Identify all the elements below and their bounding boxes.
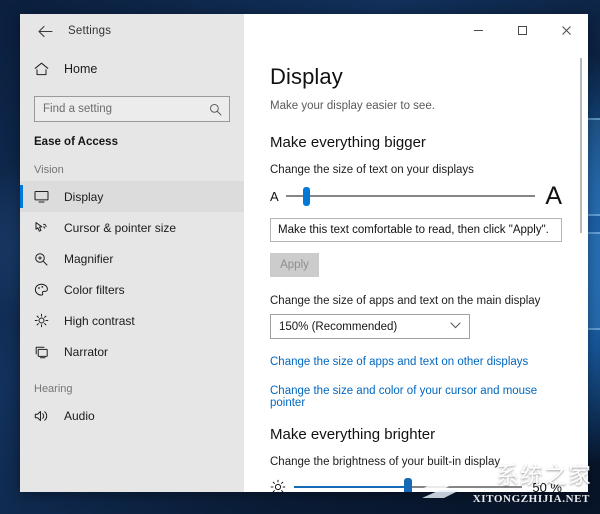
sidebar-item-label: High contrast — [64, 313, 135, 328]
window-controls — [244, 14, 588, 48]
large-a-label: A — [545, 181, 562, 210]
search-input[interactable] — [35, 103, 209, 115]
text-preview-value: Make this text comfortable to read, then… — [278, 224, 549, 236]
back-arrow-icon[interactable] — [30, 18, 60, 44]
sidebar-group-label-hearing: Hearing — [34, 383, 73, 395]
desktop-background: Settings Home Find a setting Ease of Acc… — [0, 0, 600, 514]
page-title: Display — [270, 64, 343, 89]
magnifier-icon — [34, 252, 56, 266]
speaker-icon — [34, 409, 56, 423]
content-scrollbar-thumb[interactable] — [580, 58, 582, 233]
sidebar-item-high-contrast[interactable]: High contrast — [20, 305, 244, 336]
link-cursor-pointer[interactable]: Change the size and color of your cursor… — [270, 385, 562, 409]
link-other-displays[interactable]: Change the size of apps and text on othe… — [270, 356, 562, 368]
scale-label: Change the size of apps and text on the … — [270, 295, 541, 307]
sidebar-group-label-vision: Vision — [34, 164, 64, 176]
text-size-slider-thumb[interactable] — [302, 186, 310, 206]
sidebar-item-label: Narrator — [64, 344, 109, 359]
brightness-slider-row: 50 % — [270, 475, 562, 492]
minimize-button[interactable] — [456, 14, 500, 46]
monitor-icon — [34, 190, 56, 203]
text-preview-box: Make this text comfortable to read, then… — [270, 218, 562, 242]
maximize-button[interactable] — [500, 14, 544, 46]
sidebar-item-label: Display — [64, 189, 104, 204]
title-bar-left: Settings — [20, 14, 244, 48]
sidebar-section-title: Ease of Access — [34, 136, 118, 148]
narrator-icon — [34, 345, 56, 359]
content-scrollbar[interactable] — [576, 58, 586, 486]
brightness-slider[interactable] — [294, 477, 523, 492]
brightness-label: Change the brightness of your built-in d… — [270, 456, 501, 468]
apply-button[interactable]: Apply — [270, 253, 319, 277]
close-button[interactable] — [544, 14, 588, 46]
text-size-slider-track — [286, 195, 536, 197]
search-box[interactable] — [34, 96, 230, 122]
home-icon — [34, 62, 58, 76]
settings-window: Settings Home Find a setting Ease of Acc… — [20, 14, 588, 492]
sidebar-item-cursor-pointer-size[interactable]: Cursor & pointer size — [20, 212, 244, 243]
brightness-value: 50 % — [532, 479, 562, 493]
sidebar-item-label: Magnifier — [64, 251, 114, 266]
section-heading-bigger: Make everything bigger — [270, 134, 426, 151]
text-size-label: Change the size of text on your displays — [270, 164, 474, 176]
sidebar-item-label: Color filters — [64, 282, 125, 297]
sidebar-item-label: Cursor & pointer size — [64, 220, 177, 235]
text-size-slider[interactable] — [286, 186, 536, 206]
palette-icon — [34, 283, 56, 297]
sidebar-item-label: Audio — [64, 408, 95, 423]
section-heading-brighter: Make everything brighter — [270, 426, 436, 443]
sidebar-item-home[interactable]: Home — [20, 52, 244, 86]
brightness-icon — [270, 479, 292, 492]
sidebar-item-narrator[interactable]: Narrator — [20, 336, 244, 367]
page-subtitle: Make your display easier to see. — [270, 100, 435, 112]
scale-dropdown-value: 150% (Recommended) — [279, 320, 398, 333]
window-title: Settings — [68, 25, 112, 37]
brightness-slider-fill — [294, 486, 409, 488]
sidebar-item-color-filters[interactable]: Color filters — [20, 274, 244, 305]
sidebar-home-label: Home — [64, 62, 98, 76]
chevron-down-icon — [450, 321, 461, 332]
window-body: Home Ease of Access Vision — [20, 48, 588, 492]
sidebar-item-audio[interactable]: Audio — [20, 400, 244, 431]
settings-sidebar: Home Ease of Access Vision — [20, 48, 244, 492]
small-a-label: A — [270, 188, 279, 204]
text-size-slider-row: A A — [270, 183, 562, 209]
title-bar: Settings — [20, 14, 588, 48]
search-icon — [209, 103, 229, 116]
scale-dropdown[interactable]: 150% (Recommended) — [270, 314, 470, 339]
watermark-en-text: XITONGZHIJIA.NET — [472, 493, 590, 505]
sidebar-item-magnifier[interactable]: Magnifier — [20, 243, 244, 274]
brightness-slider-thumb[interactable] — [404, 477, 413, 492]
sidebar-item-display[interactable]: Display — [20, 181, 244, 212]
cursor-icon — [34, 221, 56, 235]
settings-content: Display Make your display easier to see.… — [244, 48, 588, 492]
contrast-icon — [34, 313, 56, 328]
